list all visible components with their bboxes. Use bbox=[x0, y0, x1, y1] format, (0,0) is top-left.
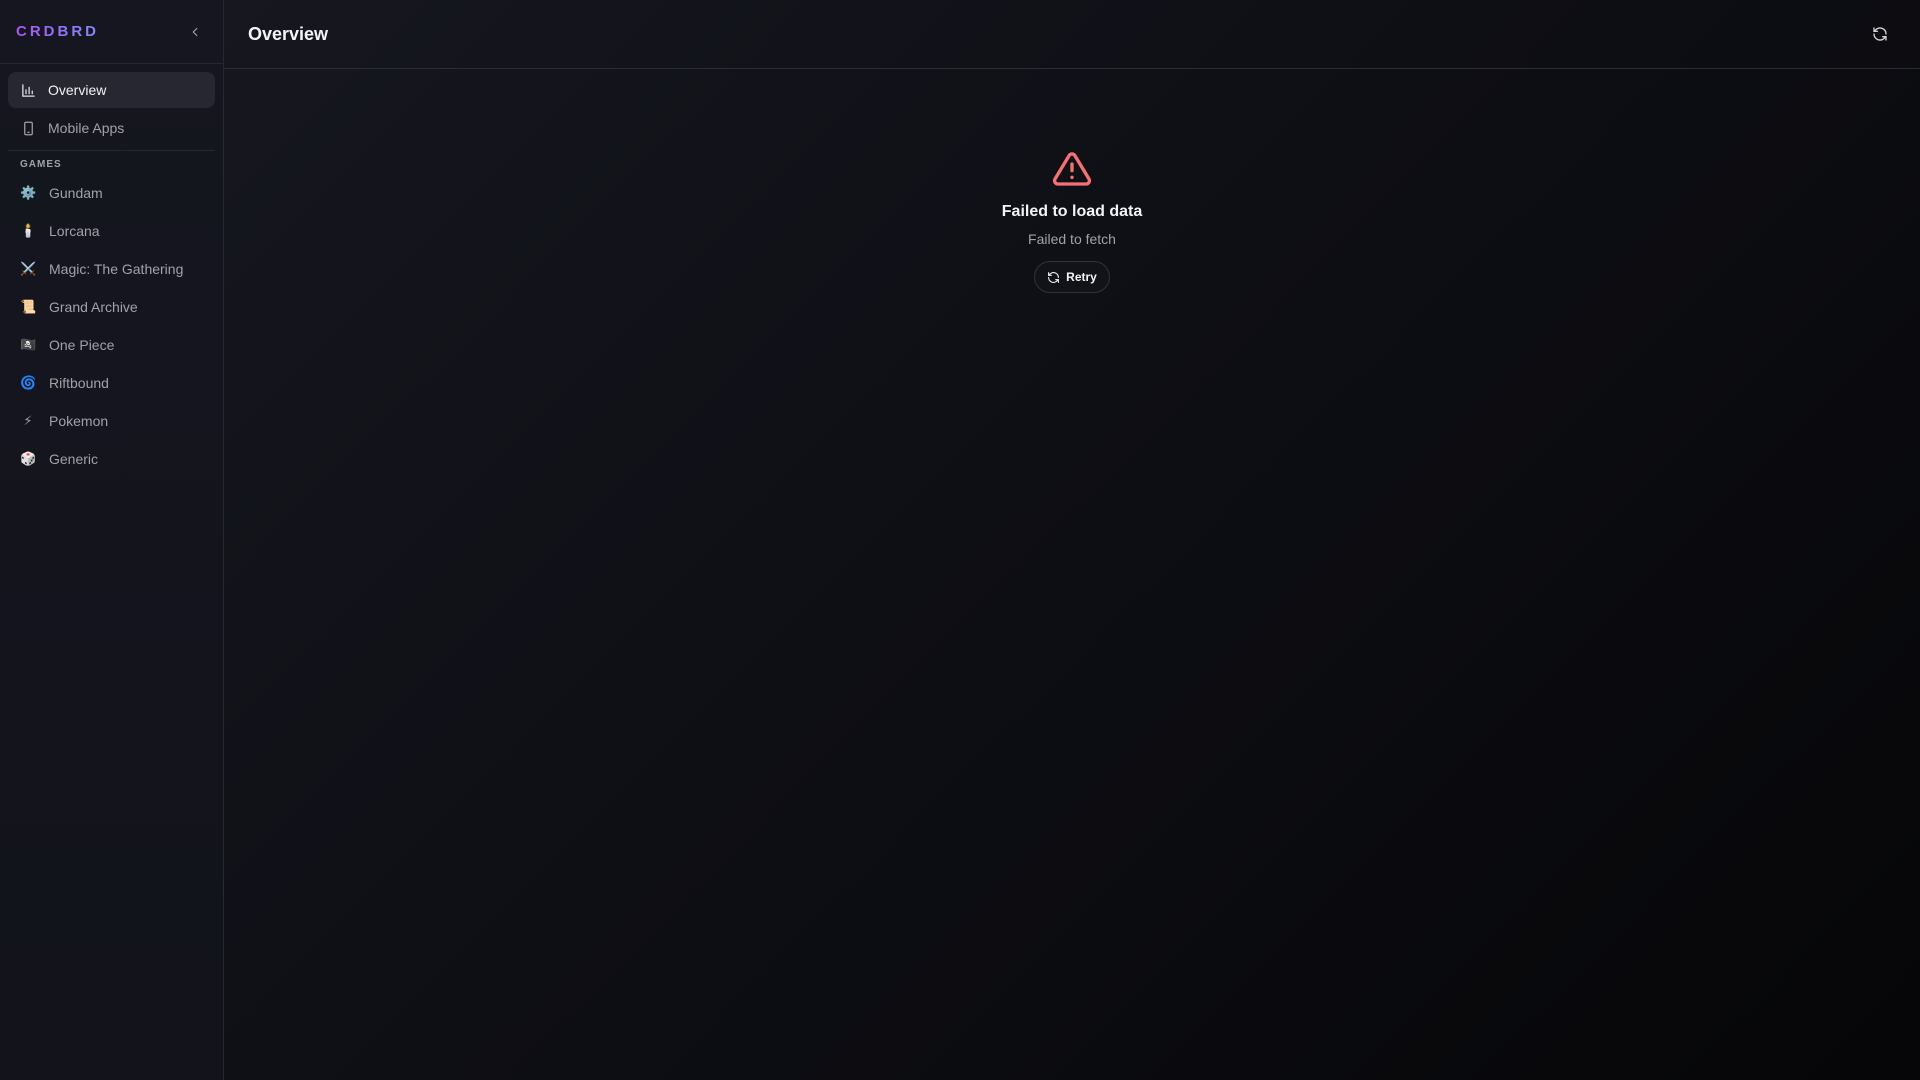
sidebar-item-lorcana[interactable]: 🕯️ Lorcana bbox=[0, 212, 223, 250]
dice-icon: 🎲 bbox=[20, 451, 37, 466]
sidebar-item-riftbound[interactable]: 🌀 Riftbound bbox=[0, 364, 223, 402]
games-list: ⚙️ Gundam 🕯️ Lorcana ⚔️ Magic: The Gathe… bbox=[0, 174, 223, 478]
nav-item-label: Overview bbox=[48, 82, 107, 98]
crossed-swords-icon: ⚔️ bbox=[20, 261, 37, 276]
lightning-icon: ⚡ bbox=[23, 413, 33, 428]
app-root: CRDBRD Overview Mobile Apps GAMES ⚙️ Gun… bbox=[0, 0, 1920, 1080]
sidebar-item-generic[interactable]: 🎲 Generic bbox=[0, 440, 223, 478]
nav-item-overview[interactable]: Overview bbox=[8, 72, 215, 108]
game-label: Grand Archive bbox=[49, 299, 138, 315]
warning-triangle-icon bbox=[1052, 152, 1092, 186]
refresh-button[interactable] bbox=[1864, 18, 1896, 50]
game-label: Generic bbox=[49, 451, 99, 467]
game-label: Lorcana bbox=[49, 223, 100, 239]
nav-item-mobile-apps[interactable]: Mobile Apps bbox=[8, 110, 215, 146]
nav-item-label: Mobile Apps bbox=[48, 120, 125, 136]
content-area: Failed to load data Failed to fetch Retr… bbox=[224, 69, 1920, 1080]
game-label: Magic: The Gathering bbox=[49, 261, 184, 277]
sidebar-header: CRDBRD bbox=[0, 0, 223, 64]
error-message: Failed to fetch bbox=[1028, 231, 1116, 247]
game-label: Pokemon bbox=[49, 413, 109, 429]
sidebar-item-pokemon[interactable]: ⚡ Pokemon bbox=[0, 402, 223, 440]
game-label: Gundam bbox=[49, 185, 103, 201]
sidebar-item-magic[interactable]: ⚔️ Magic: The Gathering bbox=[0, 250, 223, 288]
pirate-flag-icon: 🏴‍☠️ bbox=[20, 337, 37, 352]
retry-label: Retry bbox=[1066, 270, 1097, 284]
top-bar: Overview bbox=[224, 0, 1920, 69]
main-panel: Overview Failed to load data Failed to f… bbox=[224, 0, 1920, 1080]
games-section-label: GAMES bbox=[20, 159, 62, 170]
smartphone-icon bbox=[20, 120, 36, 136]
gear-icon: ⚙️ bbox=[20, 185, 37, 200]
main-nav: Overview Mobile Apps bbox=[0, 64, 223, 156]
sidebar-item-one-piece[interactable]: 🏴‍☠️ One Piece bbox=[0, 326, 223, 364]
chevron-left-icon bbox=[192, 27, 198, 36]
sidebar-item-grand-archive[interactable]: 📜 Grand Archive bbox=[0, 288, 223, 326]
page-title: Overview bbox=[248, 23, 329, 44]
error-state: Failed to load data Failed to fetch Retr… bbox=[224, 149, 1920, 293]
refresh-icon bbox=[1873, 27, 1887, 41]
sidebar-item-gundam[interactable]: ⚙️ Gundam bbox=[0, 174, 223, 212]
candle-icon: 🕯️ bbox=[20, 223, 37, 238]
error-title: Failed to load data bbox=[1001, 203, 1143, 220]
retry-button[interactable]: Retry bbox=[1034, 261, 1110, 293]
refresh-icon bbox=[1048, 271, 1060, 283]
scroll-icon: 📜 bbox=[20, 299, 37, 314]
game-label: Riftbound bbox=[49, 375, 109, 391]
game-label: One Piece bbox=[49, 337, 115, 353]
bar-chart-icon bbox=[20, 82, 36, 98]
brand-logo[interactable]: CRDBRD bbox=[16, 23, 99, 40]
cyclone-icon: 🌀 bbox=[20, 375, 37, 390]
sidebar: CRDBRD Overview Mobile Apps GAMES ⚙️ Gun… bbox=[0, 0, 224, 1080]
collapse-sidebar-button[interactable] bbox=[183, 20, 207, 44]
